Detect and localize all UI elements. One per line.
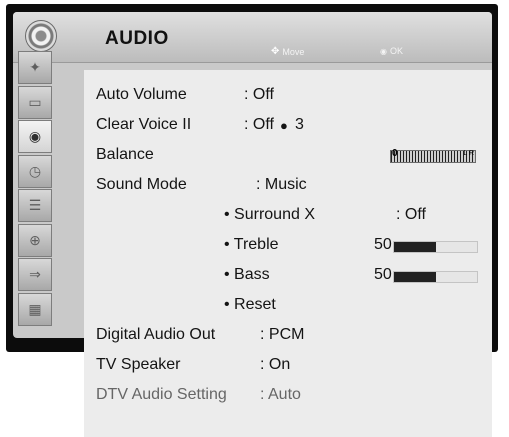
surround-label: • Surround X (224, 206, 315, 223)
treble-label: • Treble (224, 236, 279, 253)
ok-hint: ◉ OK (380, 46, 403, 56)
sidebar-item-lock[interactable]: ⊕ (18, 223, 52, 257)
dtv-audio-value: : Auto (260, 386, 301, 403)
speaker-icon (25, 20, 57, 52)
balance-slider[interactable]: 0 L R (390, 148, 476, 163)
reset-label: • Reset (224, 296, 276, 313)
page-title: AUDIO (105, 28, 169, 49)
auto-volume-value: : Off (244, 86, 274, 103)
option-icon: ☰ (28, 197, 42, 213)
bass-fill (394, 272, 436, 282)
sidebar-item-media[interactable]: ▦ (18, 292, 52, 326)
picture-icon: ✦ (29, 59, 41, 75)
ok-icon: ◉ (380, 46, 387, 56)
audio-icon: ◉ (28, 128, 42, 144)
screen-icon: ▭ (28, 93, 42, 110)
sidebar-item-option[interactable]: ☰ (18, 189, 52, 222)
bass-value: 50 (374, 266, 392, 283)
digital-audio-out-value: : PCM (260, 326, 305, 343)
sidebar-item-audio[interactable]: ◉ (18, 120, 52, 153)
time-icon: ◷ (28, 162, 42, 179)
menu-header: AUDIO ✥ Move ◉ OK (13, 12, 492, 63)
balance-left-label: 0 (392, 148, 398, 159)
sidebar-item-input[interactable]: ⇒ (18, 258, 52, 291)
audio-settings-panel: Auto Volume : Off Clear Voice II : Off ●… (84, 70, 492, 437)
input-icon: ⇒ (29, 266, 41, 282)
surround-value: : Off (396, 206, 426, 223)
treble-value: 50 (374, 236, 392, 253)
auto-volume-label: Auto Volume (96, 86, 187, 103)
sidebar-item-screen[interactable]: ▭ (18, 85, 52, 119)
balance-label: Balance (96, 146, 154, 163)
clear-voice-value: : Off (244, 116, 274, 133)
balance-right-label: L R (463, 150, 474, 157)
sidebar-item-time[interactable]: ◷ (18, 154, 52, 188)
treble-fill (394, 242, 436, 252)
bass-slider[interactable] (393, 271, 478, 283)
sound-mode-value: : Music (256, 176, 307, 193)
media-icon: ▦ (28, 300, 42, 317)
sound-mode-label: Sound Mode (96, 176, 187, 193)
move-hint-label: Move (282, 46, 305, 57)
sidebar-item-picture[interactable]: ✦ (18, 51, 52, 84)
voice-icon: ● (280, 118, 288, 133)
sidebar: ✦ ▭ ◉ ◷ ☰ ⊕ ⇒ ▦ (18, 51, 52, 326)
dtv-audio-label: DTV Audio Setting (96, 386, 227, 403)
clear-voice-level: 3 (295, 116, 304, 133)
clear-voice-label: Clear Voice II (96, 116, 192, 133)
digital-audio-out-label: Digital Audio Out (96, 326, 216, 343)
tv-speaker-label: TV Speaker (96, 356, 181, 373)
ok-hint-label: OK (389, 46, 403, 56)
arrows-icon: ✥ (271, 46, 280, 57)
bass-label: • Bass (224, 266, 270, 283)
lock-icon: ⊕ (29, 231, 41, 248)
move-hint: ✥ Move (271, 46, 304, 57)
treble-slider[interactable] (393, 241, 478, 253)
tv-speaker-value: : On (260, 356, 291, 373)
